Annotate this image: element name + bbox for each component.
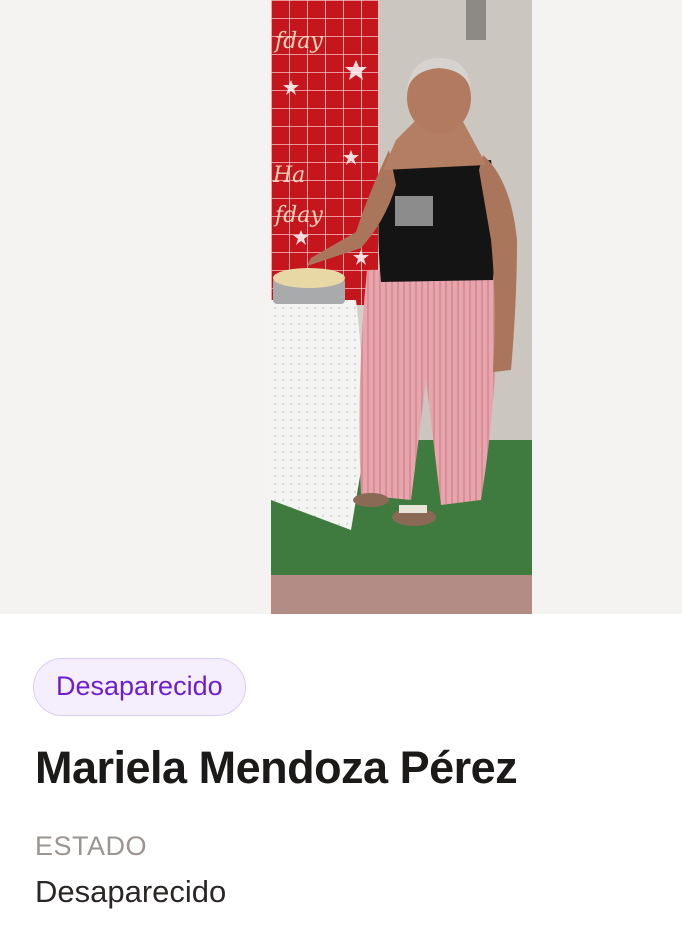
photo-area: fday Ha fday [0,0,682,614]
status-field-label: ESTADO [35,831,148,861]
svg-text:fday: fday [273,203,323,228]
person-photo[interactable]: fday Ha fday [271,0,532,614]
photo-illustration: fday Ha fday [271,0,532,614]
person-name: Mariela Mendoza Pérez [35,742,518,793]
svg-text:Ha: Ha [272,163,305,188]
status-badge: Desaparecido [33,658,246,716]
svg-text:fday: fday [273,29,323,54]
status-field-value: Desaparecido [35,874,227,909]
